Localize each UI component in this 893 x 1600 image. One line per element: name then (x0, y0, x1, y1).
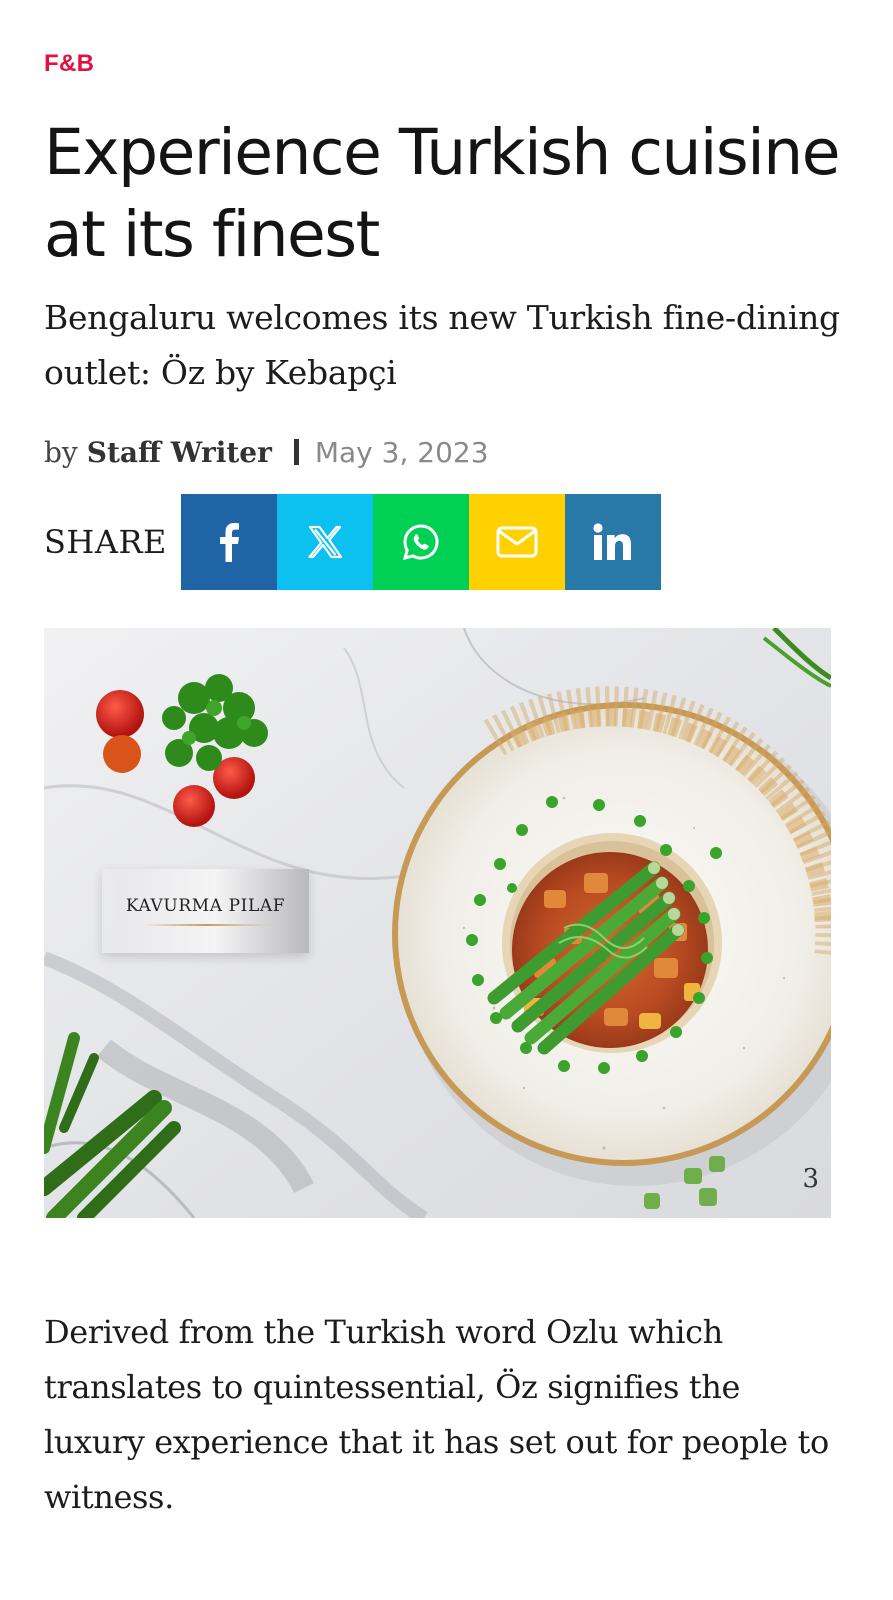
category-label[interactable]: F&B (44, 50, 94, 78)
dish-label-card: KAVURMA PILAF (102, 869, 309, 953)
article-subtitle: Bengaluru welcomes its new Turkish fine-… (44, 298, 840, 392)
mail-icon (496, 526, 538, 558)
publish-date: May 3, 2023 (314, 435, 489, 469)
whatsapp-icon (402, 523, 440, 561)
share-linkedin-button[interactable] (565, 494, 661, 590)
share-email-button[interactable] (469, 494, 565, 590)
share-x-button[interactable] (277, 494, 373, 590)
slide-number: 3 (802, 1164, 819, 1194)
dish-label-underline (140, 924, 271, 926)
byline: by Staff Writer May 3, 2023 (44, 432, 489, 472)
article-title: Experience Turkish cuisine at its finest (44, 116, 840, 271)
byline-divider (293, 439, 299, 465)
article-paragraph: Derived from the Turkish word Ozlu which… (44, 1313, 829, 1516)
facebook-icon (218, 522, 240, 562)
hero-image[interactable]: KAVURMA PILAF 3 (44, 628, 831, 1218)
author-link[interactable]: Staff Writer (87, 436, 272, 469)
x-icon (308, 525, 342, 559)
share-facebook-button[interactable] (181, 494, 277, 590)
linkedin-icon (593, 523, 633, 561)
share-whatsapp-button[interactable] (373, 494, 469, 590)
share-bar: SHARE (44, 494, 661, 590)
share-label: SHARE (44, 523, 167, 561)
byline-prefix: by (44, 435, 78, 469)
dish-label-text: KAVURMA PILAF (125, 896, 286, 916)
